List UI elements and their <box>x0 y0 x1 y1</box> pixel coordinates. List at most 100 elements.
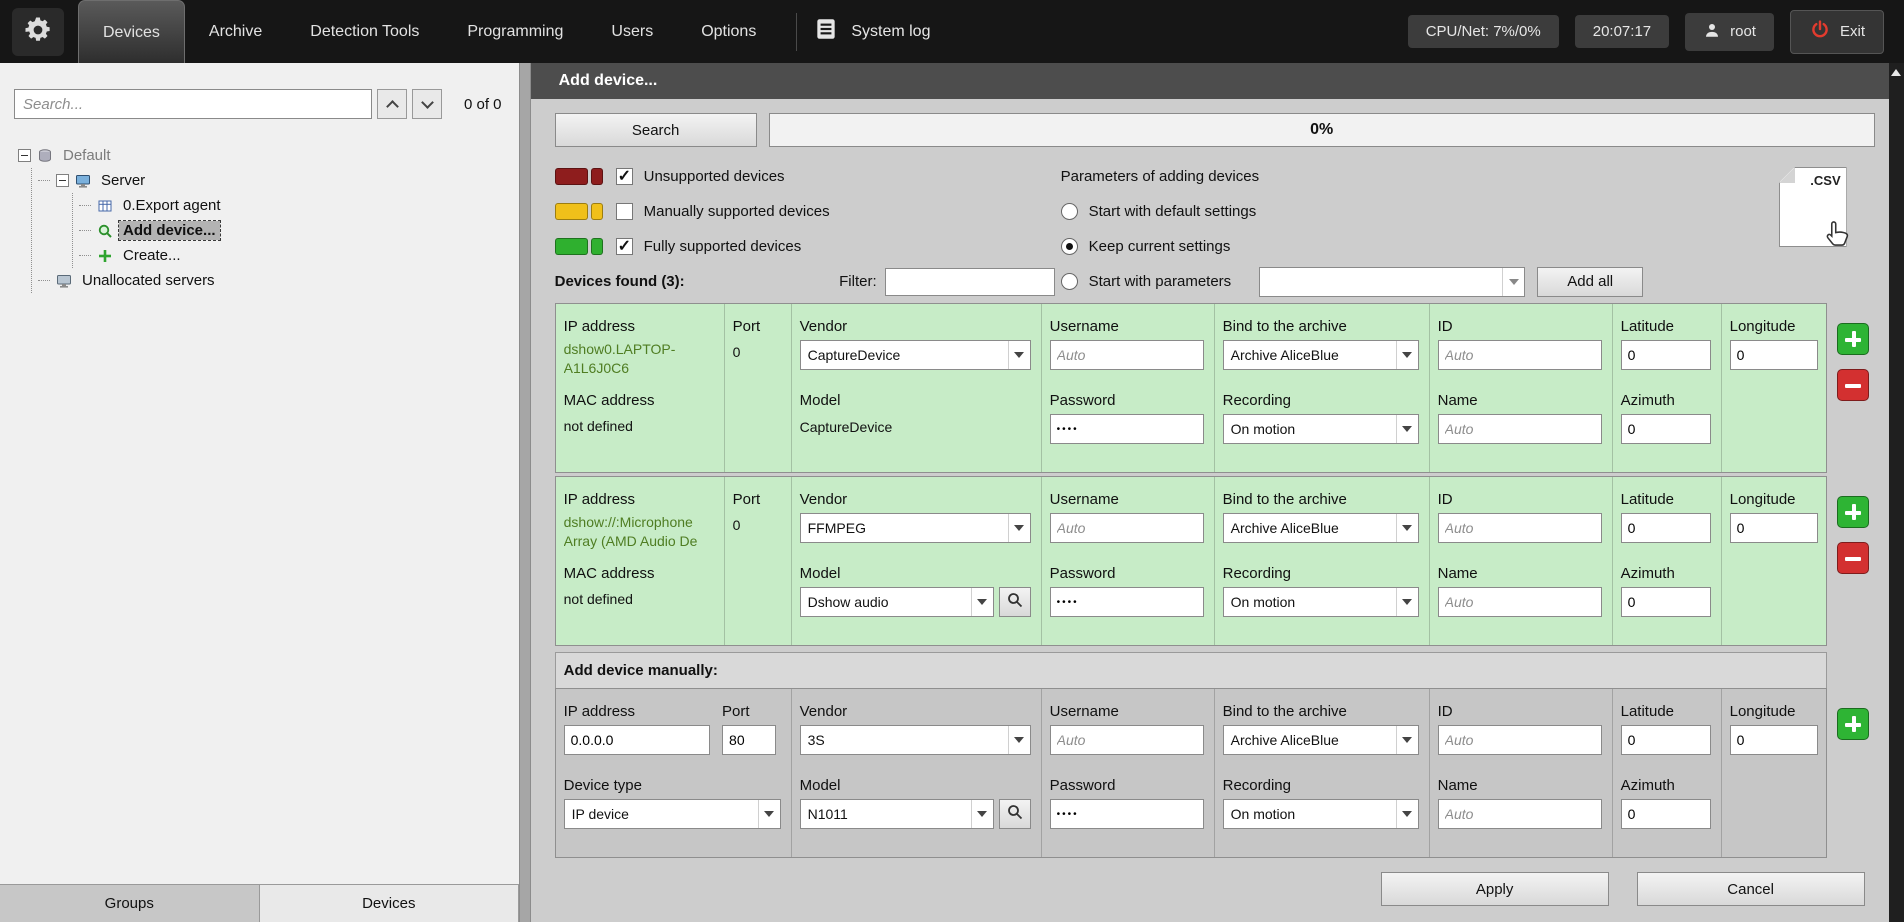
tree-node-export-agent[interactable]: 0.Export agent <box>79 193 519 218</box>
archive-dropdown[interactable]: Archive AliceBlue <box>1223 513 1419 543</box>
manual-username-input[interactable] <box>1050 725 1204 755</box>
tab-programming[interactable]: Programming <box>443 0 587 63</box>
settings-gear-button[interactable] <box>12 8 64 56</box>
tab-groups[interactable]: Groups <box>0 885 260 922</box>
archive-dropdown[interactable]: Archive AliceBlue <box>1223 340 1419 370</box>
latitude-input[interactable] <box>1621 513 1711 543</box>
tree-node-default[interactable]: Default <box>18 143 519 168</box>
user-badge[interactable]: root <box>1685 13 1774 51</box>
tree-node-add-device[interactable]: Add device... <box>79 218 519 243</box>
manual-password-input[interactable] <box>1050 799 1204 829</box>
export-csv-button[interactable]: .CSV <box>1779 167 1847 247</box>
radio-default-settings[interactable]: Start with default settings <box>1061 194 1644 229</box>
ip-address-label: IP address <box>564 316 714 340</box>
password-label: Password <box>1050 390 1204 414</box>
tree-node-create[interactable]: Create... <box>79 243 519 268</box>
longitude-input[interactable] <box>1730 513 1818 543</box>
port-value: 0 <box>733 340 781 390</box>
model-dropdown[interactable]: Dshow audio <box>800 587 994 617</box>
device-filter-input[interactable] <box>885 268 1055 296</box>
id-label: ID <box>1438 489 1602 513</box>
tab-detection-tools[interactable]: Detection Tools <box>286 0 443 63</box>
radio-keep-current[interactable]: Keep current settings <box>1061 229 1644 264</box>
latitude-azimuth-cell: Latitude Azimuth <box>1613 477 1722 645</box>
collapse-toggle-icon[interactable] <box>18 149 31 162</box>
tree-node-add-device-label: Add device... <box>119 221 220 240</box>
bind-archive-label: Bind to the archive <box>1223 316 1419 340</box>
manual-latitude-input[interactable] <box>1621 725 1711 755</box>
vendor-dropdown[interactable]: CaptureDevice <box>800 340 1031 370</box>
model-search-button[interactable] <box>999 799 1031 829</box>
tab-options[interactable]: Options <box>677 0 780 63</box>
longitude-label: Longitude <box>1730 701 1818 725</box>
tab-devices-bottom[interactable]: Devices <box>260 885 520 922</box>
password-input[interactable] <box>1050 414 1204 444</box>
add-all-button[interactable]: Add all <box>1537 267 1643 297</box>
username-input[interactable] <box>1050 340 1204 370</box>
collapse-toggle-icon[interactable] <box>56 174 69 187</box>
username-label: Username <box>1050 701 1204 725</box>
tab-archive[interactable]: Archive <box>185 0 286 63</box>
add-manual-device-button[interactable] <box>1837 708 1869 740</box>
cancel-button[interactable]: Cancel <box>1637 872 1865 906</box>
recording-dropdown[interactable]: On motion <box>1223 587 1419 617</box>
name-input[interactable] <box>1438 414 1602 444</box>
username-input[interactable] <box>1050 513 1204 543</box>
tree-connector <box>79 230 91 231</box>
radio-start-with-parameters[interactable]: Start with parameters Add all <box>1061 264 1644 299</box>
exit-button[interactable]: Exit <box>1790 10 1884 54</box>
apply-button[interactable]: Apply <box>1381 872 1609 906</box>
password-input[interactable] <box>1050 587 1204 617</box>
archive-cell: Bind to the archive Archive AliceBlue Re… <box>1215 304 1430 472</box>
tree-search-input[interactable] <box>14 89 372 119</box>
add-device-row-button[interactable] <box>1837 496 1869 528</box>
tree-node-server[interactable]: Server <box>38 168 519 193</box>
manually-supported-color-swatch <box>555 203 607 220</box>
recording-dropdown[interactable]: On motion <box>1223 414 1419 444</box>
parameters-preset-dropdown[interactable] <box>1259 267 1525 297</box>
ip-cell: IP address dshow://:Microphone Array (AM… <box>556 477 725 645</box>
name-input[interactable] <box>1438 587 1602 617</box>
longitude-input[interactable] <box>1730 340 1818 370</box>
search-next-button[interactable] <box>412 89 442 119</box>
manual-longitude-input[interactable] <box>1730 725 1818 755</box>
manually-supported-checkbox[interactable] <box>616 203 633 220</box>
radio-icon[interactable] <box>1061 273 1078 290</box>
manual-model-dropdown[interactable]: N1011 <box>800 799 994 829</box>
manual-recording-dropdown[interactable]: On motion <box>1223 799 1419 829</box>
longitude-cell: Longitude <box>1722 689 1828 857</box>
azimuth-input[interactable] <box>1621 414 1711 444</box>
add-device-row-button[interactable] <box>1837 323 1869 355</box>
tab-users[interactable]: Users <box>587 0 677 63</box>
radio-icon[interactable] <box>1061 238 1078 255</box>
search-devices-button[interactable]: Search <box>555 113 757 147</box>
manual-ip-input[interactable] <box>564 725 710 755</box>
manual-azimuth-input[interactable] <box>1621 799 1711 829</box>
manual-archive-dropdown[interactable]: Archive AliceBlue <box>1223 725 1419 755</box>
radio-icon[interactable] <box>1061 203 1078 220</box>
remove-device-row-button[interactable] <box>1837 542 1869 574</box>
scroll-up-icon[interactable] <box>1891 69 1901 76</box>
azimuth-input[interactable] <box>1621 587 1711 617</box>
credentials-cell: Username Password <box>1042 689 1215 857</box>
tab-devices[interactable]: Devices <box>78 0 185 63</box>
manual-id-input[interactable] <box>1438 725 1602 755</box>
manual-vendor-dropdown[interactable]: 3S <box>800 725 1031 755</box>
system-log-icon <box>813 16 839 47</box>
manual-port-input[interactable] <box>722 725 776 755</box>
id-input[interactable] <box>1438 340 1602 370</box>
remove-device-row-button[interactable] <box>1837 369 1869 401</box>
unsupported-checkbox[interactable] <box>616 168 633 185</box>
vendor-dropdown[interactable]: FFMPEG <box>800 513 1031 543</box>
fully-supported-checkbox[interactable] <box>616 238 633 255</box>
clock: 20:07:17 <box>1575 15 1669 48</box>
device-type-dropdown[interactable]: IP device <box>564 799 781 829</box>
vertical-scrollbar[interactable] <box>1889 63 1904 922</box>
latitude-input[interactable] <box>1621 340 1711 370</box>
search-prev-button[interactable] <box>377 89 407 119</box>
manual-name-input[interactable] <box>1438 799 1602 829</box>
system-log-button[interactable]: System log <box>813 16 930 47</box>
tree-node-unallocated-servers[interactable]: Unallocated servers <box>38 268 519 293</box>
id-input[interactable] <box>1438 513 1602 543</box>
model-search-button[interactable] <box>999 587 1031 617</box>
